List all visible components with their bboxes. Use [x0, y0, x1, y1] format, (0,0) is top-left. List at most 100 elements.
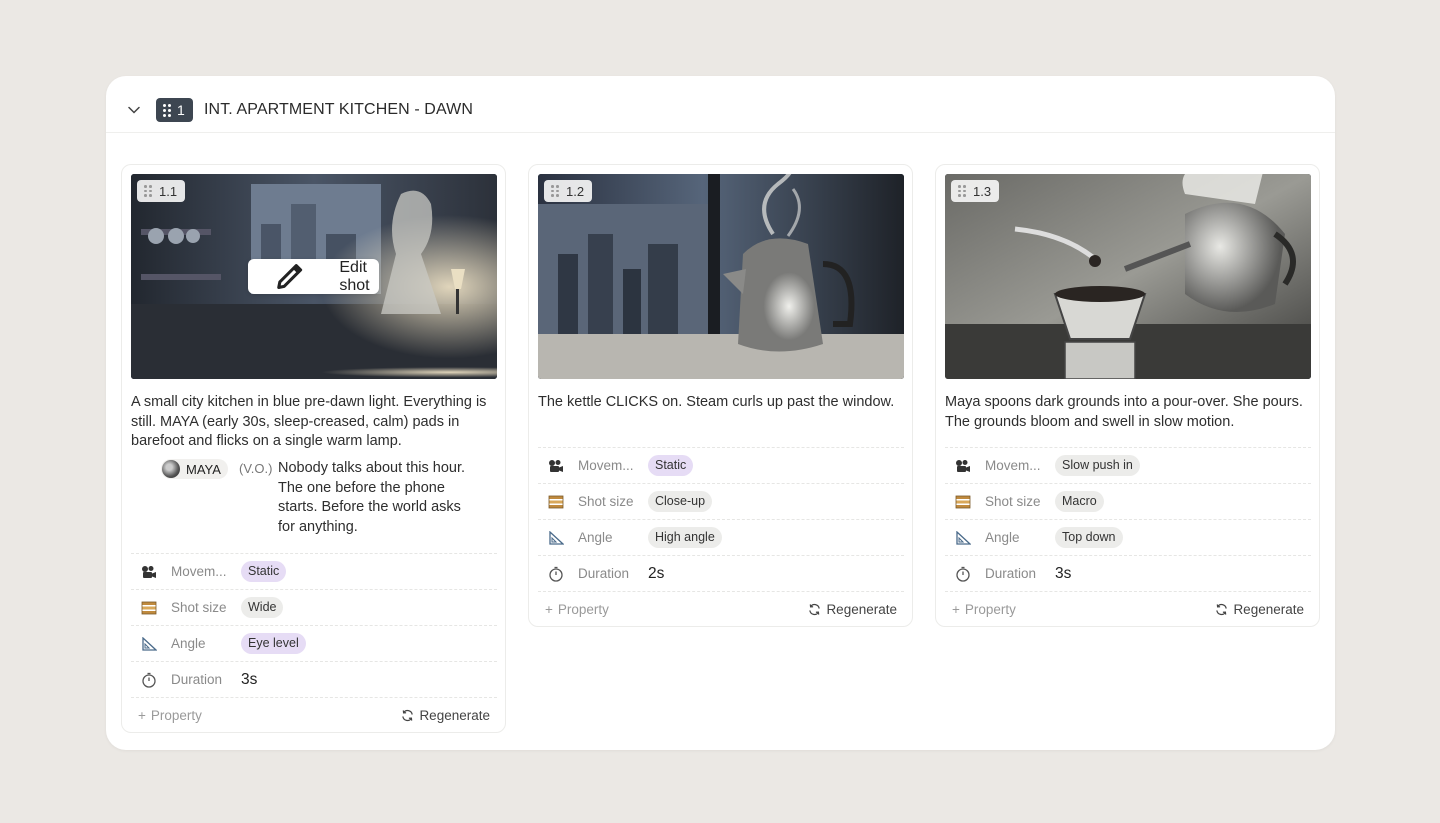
dialogue-extension: (V.O.): [239, 461, 273, 476]
angle-value[interactable]: High angle: [648, 527, 722, 548]
drag-handle-icon[interactable]: [551, 185, 559, 197]
scene-title[interactable]: INT. APARTMENT KITCHEN - DAWN: [204, 101, 473, 119]
property-row-shot-size[interactable]: Shot size Close-up: [538, 483, 904, 519]
refresh-icon: [809, 603, 821, 616]
refresh-icon: [402, 709, 414, 722]
triangle-ruler-icon: [140, 635, 158, 653]
regenerate-label: Regenerate: [1233, 602, 1304, 617]
shot-properties: Movem... Static Shot size Close-up Angle…: [538, 447, 904, 627]
duration-value[interactable]: 3s: [241, 671, 257, 689]
drag-handle-icon[interactable]: [144, 185, 152, 197]
property-row-angle[interactable]: Angle Top down: [945, 519, 1311, 555]
property-row-duration[interactable]: Duration 3s: [945, 555, 1311, 591]
add-property-button[interactable]: + Property: [138, 708, 202, 723]
card-footer: + Property Regenerate: [945, 591, 1311, 627]
avatar: [162, 460, 180, 478]
add-property-label: Property: [964, 602, 1016, 617]
shot-size-value[interactable]: Macro: [1055, 491, 1104, 512]
shot-size-value[interactable]: Wide: [241, 597, 284, 618]
film-frames-icon: [547, 493, 565, 511]
movement-value[interactable]: Static: [241, 561, 287, 582]
shot-description[interactable]: The kettle CLICKS on. Steam curls up pas…: [538, 393, 906, 413]
film-frames-icon: [954, 493, 972, 511]
drag-handle-icon[interactable]: [163, 103, 171, 117]
film-frames-icon: [140, 599, 158, 617]
pencil-icon: [277, 264, 303, 289]
shot-properties: Movem... Slow push in Shot size Macro An…: [945, 447, 1311, 627]
plus-icon: +: [545, 602, 553, 617]
shot-card[interactable]: 1.1 Edit shot A small city kitchen in bl…: [121, 164, 506, 733]
plus-icon: +: [138, 708, 146, 723]
shot-number-badge[interactable]: 1.1: [137, 180, 186, 202]
property-row-shot-size[interactable]: Shot size Macro: [945, 483, 1311, 519]
shot-thumbnail[interactable]: 1.2: [538, 174, 904, 379]
drag-handle-icon[interactable]: [958, 185, 966, 197]
card-footer: + Property Regenerate: [538, 591, 904, 627]
property-row-movement[interactable]: Movem... Slow push in: [945, 447, 1311, 483]
property-row-angle[interactable]: Angle Eye level: [131, 625, 497, 661]
angle-value[interactable]: Eye level: [241, 633, 306, 654]
scene-panel: 1 INT. APARTMENT KITCHEN - DAWN 1.1 Edit…: [106, 76, 1335, 750]
shot-number-badge[interactable]: 1.2: [544, 180, 593, 202]
shot-card[interactable]: 1.2 The kettle CLICKS on. Steam curls up…: [528, 164, 913, 627]
stopwatch-icon: [140, 671, 158, 689]
stopwatch-icon: [954, 565, 972, 583]
add-property-label: Property: [150, 708, 202, 723]
property-row-angle[interactable]: Angle High angle: [538, 519, 904, 555]
kettle-sketch-image: [538, 174, 904, 379]
property-row-shot-size[interactable]: Shot size Wide: [131, 589, 497, 625]
shot-size-value[interactable]: Close-up: [648, 491, 713, 512]
property-row-movement[interactable]: Movem... Static: [538, 447, 904, 483]
shot-properties: Movem... Static Shot size Wide Angle Eye…: [131, 553, 497, 733]
card-footer: + Property Regenerate: [131, 697, 497, 733]
regenerate-button[interactable]: Regenerate: [808, 602, 897, 617]
triangle-ruler-icon: [954, 529, 972, 547]
triangle-ruler-icon: [547, 529, 565, 547]
property-label: Movem...: [985, 458, 1041, 473]
movement-value[interactable]: Static: [648, 455, 694, 476]
regenerate-button[interactable]: Regenerate: [1215, 602, 1304, 617]
shot-thumbnail[interactable]: 1.3: [945, 174, 1311, 379]
scene-header: 1 INT. APARTMENT KITCHEN - DAWN: [106, 76, 1335, 133]
shot-card[interactable]: 1.3 Maya spoons dark grounds into a pour…: [935, 164, 1320, 627]
shot-description[interactable]: Maya spoons dark grounds into a pour-ove…: [945, 393, 1313, 432]
shot-thumbnail[interactable]: 1.1 Edit shot: [131, 174, 497, 379]
edit-shot-label: Edit shot: [339, 258, 370, 294]
refresh-icon: [1216, 603, 1228, 616]
movie-camera-icon: [547, 457, 565, 475]
add-property-button[interactable]: + Property: [952, 602, 1016, 617]
pour-over-sketch-image: [945, 174, 1311, 379]
shot-number: 1.2: [566, 183, 585, 199]
angle-value[interactable]: Top down: [1055, 527, 1123, 548]
regenerate-button[interactable]: Regenerate: [401, 708, 490, 723]
movement-value[interactable]: Slow push in: [1055, 455, 1140, 476]
duration-value[interactable]: 2s: [648, 565, 664, 583]
plus-icon: +: [952, 602, 960, 617]
property-label: Shot size: [578, 494, 634, 509]
dialogue-line[interactable]: Nobody talks about this hour. The one be…: [278, 459, 478, 537]
movie-camera-icon: [140, 563, 158, 581]
shot-description[interactable]: A small city kitchen in blue pre-dawn li…: [131, 393, 499, 452]
property-label: Shot size: [171, 600, 227, 615]
movie-camera-icon: [954, 457, 972, 475]
property-label: Angle: [578, 530, 613, 545]
add-property-button[interactable]: + Property: [545, 602, 609, 617]
shot-number: 1.3: [973, 183, 992, 199]
property-label: Duration: [578, 566, 630, 581]
property-row-duration[interactable]: Duration 3s: [131, 661, 497, 697]
scene-number-badge[interactable]: 1: [156, 98, 193, 122]
chevron-down-icon[interactable]: [124, 100, 144, 120]
property-row-duration[interactable]: Duration 2s: [538, 555, 904, 591]
property-label: Duration: [985, 566, 1037, 581]
property-label: Duration: [171, 672, 223, 687]
regenerate-label: Regenerate: [826, 602, 897, 617]
property-label: Movem...: [578, 458, 634, 473]
edit-shot-button[interactable]: Edit shot: [248, 259, 379, 294]
shot-number: 1.1: [159, 183, 178, 199]
property-row-movement[interactable]: Movem... Static: [131, 553, 497, 589]
property-label: Angle: [985, 530, 1020, 545]
character-chip[interactable]: MAYA: [161, 459, 228, 479]
shot-number-badge[interactable]: 1.3: [951, 180, 1000, 202]
duration-value[interactable]: 3s: [1055, 565, 1071, 583]
character-name: MAYA: [186, 461, 221, 477]
